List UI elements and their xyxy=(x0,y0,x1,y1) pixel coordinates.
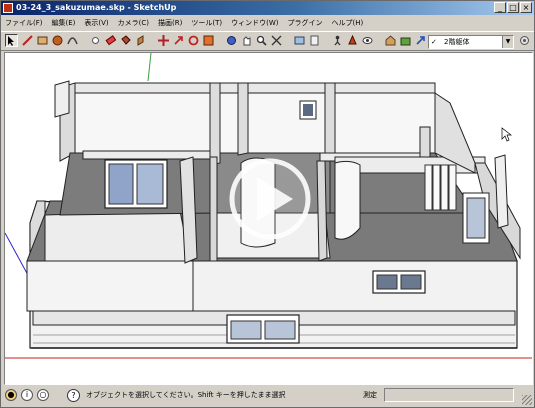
move-tool-icon[interactable] xyxy=(157,34,170,47)
house-model-drawing[interactable] xyxy=(5,53,532,384)
window-front-lower xyxy=(226,314,300,344)
layers-icon[interactable] xyxy=(518,34,531,47)
walk-tool-icon[interactable] xyxy=(331,34,344,47)
warehouse-tool-icon[interactable] xyxy=(384,34,397,47)
close-button[interactable]: × xyxy=(520,2,532,13)
scene-dropdown-value: 2階躯体 xyxy=(444,38,470,46)
push-pull-tool-icon[interactable] xyxy=(134,34,147,47)
look-around-tool-icon[interactable] xyxy=(361,34,374,47)
pan-tool-icon[interactable] xyxy=(240,34,253,47)
menu-plugins[interactable]: プラグイン xyxy=(287,17,322,29)
credits-icon[interactable]: i xyxy=(21,389,33,401)
status-message: オブジェクトを選択してください。Shift キーを押したまま選択 xyxy=(86,391,286,399)
geo-location-icon[interactable]: ● xyxy=(5,389,17,401)
rear-wall-face xyxy=(74,92,436,154)
line-tool-icon[interactable] xyxy=(21,34,34,47)
minimize-button[interactable]: _ xyxy=(494,2,506,13)
mouse-cursor-icon xyxy=(501,127,513,142)
main-toolbar: ✓ 2階躯体 ▼ xyxy=(1,31,534,51)
push-tool-icon[interactable] xyxy=(172,34,185,47)
window-front-upper xyxy=(372,270,426,294)
large-window-left xyxy=(104,159,168,209)
menu-draw[interactable]: 描画(R) xyxy=(158,17,182,29)
window-right-side xyxy=(462,192,490,244)
menu-window[interactable]: ウィンドウ(W) xyxy=(231,17,278,29)
interior-wall xyxy=(419,126,431,158)
model-viewport[interactable] xyxy=(4,52,533,385)
curved-wall xyxy=(334,160,361,240)
chevron-down-icon[interactable]: ▼ xyxy=(502,36,513,48)
scale-tool-icon[interactable] xyxy=(202,34,215,47)
balcony-floor xyxy=(44,210,191,266)
closet-doors xyxy=(424,164,457,211)
maximize-button[interactable]: □ xyxy=(507,2,519,13)
components-tool-icon[interactable] xyxy=(399,34,412,47)
rotate-tool-icon[interactable] xyxy=(187,34,200,47)
resize-grip-icon[interactable] xyxy=(522,395,532,405)
eraser-tool-icon[interactable] xyxy=(104,34,117,47)
position-camera-tool-icon[interactable] xyxy=(346,34,359,47)
interior-wall xyxy=(324,82,336,162)
sketchup-window: 03-24_3_sakuzumae.skp - SketchUp _ □ × フ… xyxy=(0,0,535,408)
zoom-extents-tool-icon[interactable] xyxy=(270,34,283,47)
balcony-parapet xyxy=(26,260,194,312)
component-tool-icon[interactable] xyxy=(89,34,102,47)
select-tool-icon[interactable] xyxy=(5,34,18,47)
sketchup-app-icon[interactable] xyxy=(3,3,13,13)
interior-wall xyxy=(209,82,221,166)
zoom-tool-icon[interactable] xyxy=(255,34,268,47)
menu-help[interactable]: ヘルプ(H) xyxy=(331,17,363,29)
menu-edit[interactable]: 編集(E) xyxy=(52,17,76,29)
interior-wall xyxy=(209,156,218,262)
window-title: 03-24_3_sakuzumae.skp - SketchUp xyxy=(16,3,177,12)
menu-camera[interactable]: カメラ(C) xyxy=(118,17,149,29)
left-canopy xyxy=(54,80,70,118)
interior-wall xyxy=(237,82,249,156)
menu-bar: ファイル(F) 編集(E) 表示(V) カメラ(C) 描画(R) ツール(T) … xyxy=(1,16,535,30)
help-icon[interactable]: ? xyxy=(67,389,80,402)
orbit-tool-icon[interactable] xyxy=(225,34,238,47)
measurement-input[interactable] xyxy=(384,388,514,402)
interior-wall xyxy=(316,160,328,262)
paint-bucket-tool-icon[interactable] xyxy=(119,34,132,47)
rectangle-tool-icon[interactable] xyxy=(36,34,49,47)
section-tool-icon[interactable] xyxy=(308,34,321,47)
measurement-label: 測定 xyxy=(363,391,377,399)
window-controls: _ □ × xyxy=(494,2,532,13)
title-bar[interactable]: 03-24_3_sakuzumae.skp - SketchUp _ □ × xyxy=(1,1,534,15)
green-axis xyxy=(147,53,152,82)
user-account-icon[interactable]: ○ xyxy=(37,389,49,401)
arc-tool-icon[interactable] xyxy=(66,34,79,47)
menu-view[interactable]: 表示(V) xyxy=(84,17,108,29)
window-small-rear xyxy=(299,100,317,120)
video-play-overlay[interactable] xyxy=(229,158,311,240)
scene-dropdown[interactable]: ✓ 2階躯体 ▼ xyxy=(428,35,514,49)
share-model-tool-icon[interactable] xyxy=(414,34,427,47)
circle-tool-icon[interactable] xyxy=(51,34,64,47)
menu-tools[interactable]: ツール(T) xyxy=(191,17,222,29)
status-bar: ● i ○ ? オブジェクトを選択してください。Shift キーを押したまま選択… xyxy=(1,385,534,407)
menu-file[interactable]: ファイル(F) xyxy=(5,17,43,29)
check-icon: ✓ xyxy=(431,38,437,46)
previous-view-tool-icon[interactable] xyxy=(293,34,306,47)
rear-wall-top xyxy=(74,82,436,94)
